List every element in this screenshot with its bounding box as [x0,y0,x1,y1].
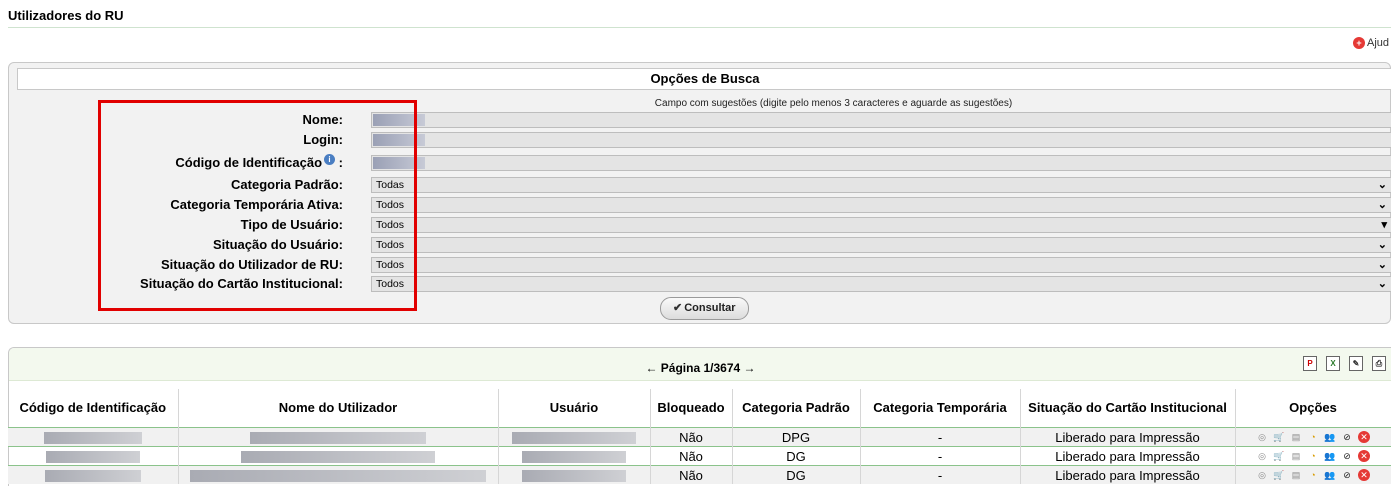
redacted-codigo [44,470,141,483]
table-row: Não DPG - Liberado para Impressão ◎ 🛒 ▤ … [8,427,1391,447]
col-categoria-padrao[interactable]: Categoria Padrão [732,389,861,428]
excel-icon[interactable]: X [1326,356,1340,371]
temporaria-cell: - [860,446,1021,466]
nome-input[interactable] [371,112,1391,128]
cart-icon[interactable]: 🛒 [1273,450,1285,462]
caret-down-icon: ▾ [1381,219,1387,231]
col-codigo[interactable]: Código de Identificação [8,389,179,428]
help-label: Ajud [1367,37,1390,49]
col-bloqueado[interactable]: Bloqueado [650,389,733,428]
chevron-down-icon: ⌄ [1377,179,1387,191]
help-button[interactable]: + Ajud [1353,37,1389,49]
delete-icon[interactable]: ✕ [1358,431,1370,443]
col-situacao-cartao[interactable]: Situação do Cartão Institucional [1020,389,1236,428]
redacted-codigo [45,451,140,464]
pdf-icon[interactable]: P [1303,356,1317,371]
cart-icon[interactable]: 🛒 [1273,469,1285,481]
redacted-usuario [512,432,636,445]
row-options: ◎ 🛒 ▤ ◔ 👥 ⊘ ✕ [1236,431,1391,443]
situacao-cartao-select[interactable]: Todos ⌄ [371,276,1391,292]
categoria-cell: DPG [732,427,861,447]
situacao-cell: Liberado para Impressão [1020,465,1236,484]
help-icon: + [1353,37,1365,49]
block-icon[interactable]: ⊘ [1341,469,1353,481]
redacted-nome [250,432,426,445]
redacted-codigo [43,432,142,445]
bloqueado-cell: Não [650,446,733,466]
table-row: Não DG - Liberado para Impressão ◎ 🛒 ▤ ◔… [8,465,1391,484]
export-toolbar: P X ✎ ⎙ [1303,356,1386,371]
col-opcoes: Opções [1235,389,1391,428]
situacao-usuario-select[interactable]: Todos ⌄ [371,237,1391,253]
table-header: Código de Identificação Nome do Utilizad… [8,389,1391,428]
chevron-down-icon: ⌄ [1377,259,1387,271]
chart-icon[interactable]: ◔ [1307,431,1319,443]
users-icon[interactable]: 👥 [1324,450,1336,462]
redacted-usuario [522,451,626,464]
categoria-padrao-select[interactable]: Todas ⌄ [371,177,1391,193]
title-divider [8,27,1391,28]
chart-icon[interactable]: ◔ [1307,450,1319,462]
redacted-nome [190,470,486,483]
codigo-input[interactable] [371,155,1391,171]
card-icon[interactable]: ▤ [1290,450,1302,462]
consultar-button[interactable]: ✔ Consultar [660,297,749,320]
temporaria-cell: - [860,465,1021,484]
check-icon: ✔ [673,302,683,314]
card-icon[interactable]: ▤ [1290,469,1302,481]
pager-label[interactable]: ← Página 1/3674 → [645,361,755,375]
users-icon[interactable]: 👥 [1324,469,1336,481]
cart-icon[interactable]: 🛒 [1273,431,1285,443]
row-options: ◎ 🛒 ▤ ◔ 👥 ⊘ ✕ [1236,469,1391,481]
search-panel-title: Opções de Busca [17,68,1391,90]
situacao-cell: Liberado para Impressão [1020,427,1236,447]
col-categoria-temporaria[interactable]: Categoria Temporária [860,389,1021,428]
chevron-down-icon: ⌄ [1377,199,1387,211]
page-title: Utilizadores do RU [8,8,124,23]
search-hint: Campo com sugestões (digite pelo menos 3… [654,98,1013,109]
login-input[interactable] [371,132,1391,148]
highlight-box [98,100,417,311]
chevron-down-icon: ⌄ [1377,239,1387,251]
chart-icon[interactable]: ◔ [1307,469,1319,481]
redacted-usuario [522,470,626,483]
delete-icon[interactable]: ✕ [1358,469,1370,481]
view-icon[interactable]: ◎ [1256,469,1268,481]
card-icon[interactable]: ▤ [1290,431,1302,443]
view-icon[interactable]: ◎ [1256,431,1268,443]
row-options: ◎ 🛒 ▤ ◔ 👥 ⊘ ✕ [1236,450,1391,462]
results-table: Código de Identificação Nome do Utilizad… [8,389,1391,484]
pager: ← Página 1/3674 → P X ✎ ⎙ [9,348,1391,381]
categoria-cell: DG [732,465,861,484]
chevron-down-icon: ⌄ [1377,278,1387,290]
col-nome[interactable]: Nome do Utilizador [178,389,499,428]
print-icon[interactable]: ⎙ [1372,356,1386,371]
categoria-cell: DG [732,446,861,466]
block-icon[interactable]: ⊘ [1341,431,1353,443]
users-icon[interactable]: 👥 [1324,431,1336,443]
tipo-usuario-select[interactable]: Todos ▾ [371,217,1391,233]
view-icon[interactable]: ◎ [1256,450,1268,462]
redacted-nome [241,451,435,464]
block-icon[interactable]: ⊘ [1341,450,1353,462]
temporaria-cell: - [860,427,1021,447]
categoria-temp-select[interactable]: Todos ⌄ [371,197,1391,213]
col-usuario[interactable]: Usuário [498,389,651,428]
situacao-utilizador-select[interactable]: Todos ⌄ [371,257,1391,273]
table-row: Não DG - Liberado para Impressão ◎ 🛒 ▤ ◔… [8,446,1391,466]
situacao-cell: Liberado para Impressão [1020,446,1236,466]
bloqueado-cell: Não [650,427,733,447]
bloqueado-cell: Não [650,465,733,484]
edit-icon[interactable]: ✎ [1349,356,1363,371]
delete-icon[interactable]: ✕ [1358,450,1370,462]
